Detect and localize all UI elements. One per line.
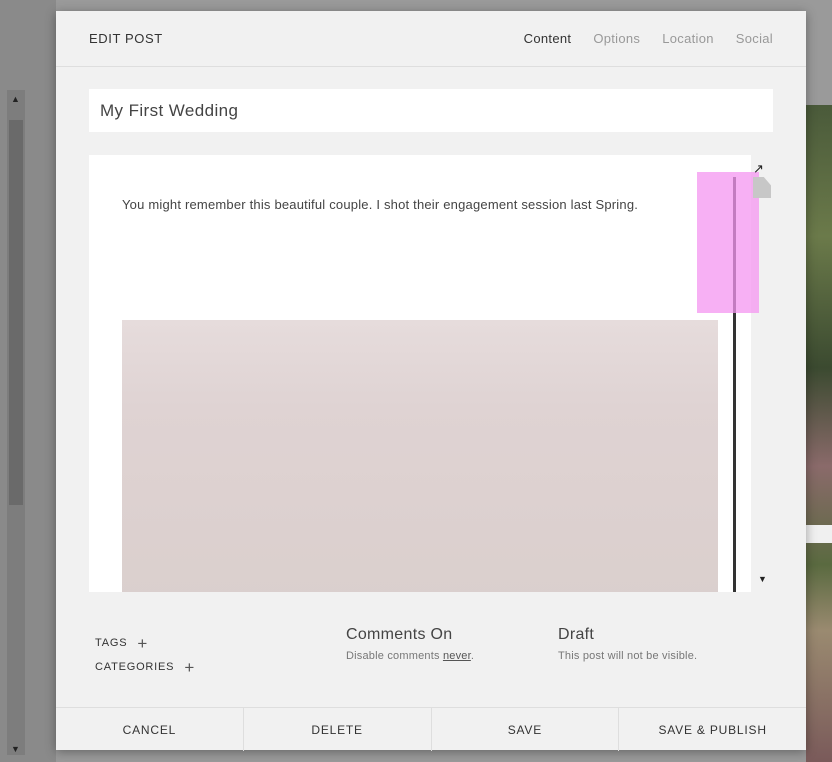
taxonomy-section: TAGS + CATEGORIES + xyxy=(95,631,195,679)
cancel-button[interactable]: CANCEL xyxy=(56,708,244,751)
comments-section: Comments On Disable comments never. xyxy=(346,626,474,662)
tab-options[interactable]: Options xyxy=(593,31,640,46)
tab-social[interactable]: Social xyxy=(736,31,773,46)
dialog-footer: CANCEL DELETE SAVE SAVE & PUBLISH xyxy=(56,707,806,751)
status-heading: Draft xyxy=(558,626,595,643)
plus-icon: + xyxy=(184,657,196,677)
post-body-text[interactable]: You might remember this beautiful couple… xyxy=(122,197,638,212)
background-scrollbar xyxy=(7,90,25,755)
tab-content[interactable]: Content xyxy=(524,31,572,46)
dialog-tabs: Content Options Location Social xyxy=(524,31,773,46)
scroll-up-arrow-icon: ▲ xyxy=(11,94,20,104)
scroll-highlight xyxy=(697,172,759,313)
add-categories-button[interactable]: CATEGORIES + xyxy=(95,655,195,679)
categories-label: CATEGORIES xyxy=(95,661,175,673)
tab-location[interactable]: Location xyxy=(662,31,714,46)
edit-post-dialog: EDIT POST Content Options Location Socia… xyxy=(56,11,806,751)
add-tags-button[interactable]: TAGS + xyxy=(95,631,195,655)
save-button[interactable]: SAVE xyxy=(432,708,620,751)
background-scrollbar-thumb xyxy=(9,120,23,505)
editor-scroll-down-icon[interactable]: ▼ xyxy=(758,574,767,584)
dialog-title: EDIT POST xyxy=(89,31,163,46)
post-body-editor[interactable]: You might remember this beautiful couple… xyxy=(89,155,751,592)
tags-label: TAGS xyxy=(95,637,128,649)
comments-subtext: Disable comments never. xyxy=(346,650,474,662)
disable-comments-link[interactable]: never xyxy=(443,650,471,662)
comments-sub-prefix: Disable comments xyxy=(346,650,443,662)
comments-heading: Comments On xyxy=(346,626,453,643)
status-subtext: This post will not be visible. xyxy=(558,650,698,662)
status-section[interactable]: Draft This post will not be visible. xyxy=(558,626,697,662)
post-image[interactable] xyxy=(122,320,718,592)
plus-icon: + xyxy=(137,633,149,653)
delete-button[interactable]: DELETE xyxy=(244,708,432,751)
comments-sub-suffix: . xyxy=(470,650,475,662)
scroll-down-arrow-icon: ▼ xyxy=(11,744,20,754)
background-photo-strip xyxy=(806,105,832,762)
save-publish-button[interactable]: SAVE & PUBLISH xyxy=(619,708,806,751)
dialog-header: EDIT POST Content Options Location Socia… xyxy=(56,11,806,67)
expand-arrow-icon[interactable]: ↗ xyxy=(753,161,764,177)
post-title-input[interactable] xyxy=(89,89,773,132)
